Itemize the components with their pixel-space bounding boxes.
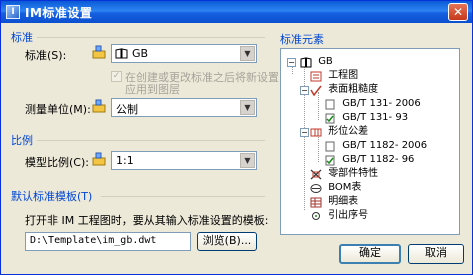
expand-toggle[interactable]: − — [300, 128, 309, 137]
tree-node-label: GB/T 1182- 2006 — [342, 140, 428, 151]
tree-node-geometric-tolerance[interactable]: 形位公差 — [310, 125, 368, 139]
tree-node-drawing[interactable]: 工程图 — [310, 69, 358, 83]
roughness-icon — [310, 85, 322, 96]
unit-select-value: 公制 — [116, 103, 138, 116]
pin-icon[interactable] — [92, 45, 106, 59]
tree-node-label: 工程图 — [328, 70, 359, 81]
tree-node-label: 引出序号 — [328, 210, 369, 221]
app-icon: I — [6, 5, 20, 19]
tree-node-gbt1182-2006[interactable]: GB/T 1182- 2006 — [324, 139, 427, 153]
standard-book-icon — [115, 48, 128, 59]
bom-icon — [310, 183, 322, 193]
document-check-icon — [325, 113, 335, 123]
tree-node-balloon[interactable]: 引出序号 — [310, 209, 368, 223]
chevron-down-icon[interactable]: ▼ — [240, 46, 255, 61]
tree-node-root[interactable]: GB — [300, 55, 333, 69]
chevron-down-icon[interactable]: ▼ — [240, 153, 255, 168]
expand-toggle[interactable]: − — [300, 86, 309, 95]
title-bar[interactable]: I IM标准设置 ✕ — [1, 1, 472, 23]
document-icon — [325, 141, 335, 151]
unit-select[interactable]: 公制 ▼ — [111, 98, 257, 117]
window-title: IM标准设置 — [25, 6, 93, 20]
close-button[interactable]: ✕ — [448, 3, 468, 21]
tree-node-gbt131-2006[interactable]: GB/T 131- 2006 — [324, 97, 421, 111]
standard-select-value: GB — [132, 47, 149, 60]
apply-to-layers-checkbox[interactable]: ✓ — [111, 71, 122, 82]
cancel-button[interactable]: 取消 — [408, 244, 464, 264]
model-scale-select-value: 1:1 — [116, 154, 134, 167]
standard-label: 标准(S): — [25, 49, 67, 62]
tree-title: 标准元素 — [280, 33, 324, 46]
tree-node-label: GB — [318, 56, 333, 67]
scale-group-divider — [37, 140, 265, 141]
standard-select[interactable]: GB ▼ — [111, 44, 257, 63]
expand-toggle[interactable]: − — [287, 58, 296, 67]
balloon-icon — [312, 211, 320, 220]
template-group-divider — [101, 196, 265, 197]
standards-dialog: I IM标准设置 ✕ 标准 标准(S): GB ▼ ✓ 在创建或更改标准之后将新… — [0, 0, 473, 275]
tree-node-label: 零部件特性 — [328, 168, 379, 179]
tolerance-icon — [310, 128, 322, 136]
tree-node-label: 形位公差 — [328, 126, 369, 137]
scale-group-title: 比例 — [11, 134, 33, 147]
document-check-icon — [325, 155, 335, 165]
apply-to-layers-label-line2: 应用到图层 — [125, 83, 180, 96]
tree-node-label: 表面粗糙度 — [328, 84, 379, 95]
pin-icon[interactable] — [92, 99, 106, 113]
unit-label: 测量单位(M): — [25, 103, 91, 116]
drawing-icon — [310, 71, 322, 81]
book-icon — [300, 56, 312, 67]
tree-node-label: GB/T 131- 93 — [342, 112, 409, 123]
model-scale-label: 模型比例(C): — [25, 156, 89, 169]
browse-button[interactable]: 浏览(B)... — [197, 232, 257, 251]
parts-list-icon — [310, 197, 322, 207]
template-path-field[interactable]: D:\Template\im_gb.dwt — [25, 232, 191, 251]
standard-group-divider — [37, 37, 265, 38]
standard-elements-tree[interactable]: − GB 工程图 − 表面粗糙度 GB/T 131- 2006 GB/T 131… — [280, 48, 460, 235]
ok-button[interactable]: 确定 — [339, 244, 401, 264]
tree-node-part-properties[interactable]: 零部件特性 — [310, 167, 378, 181]
template-description: 打开非 IM 工程图时，要从其输入标准设置的模板: — [25, 214, 269, 227]
standard-group-title: 标准 — [11, 31, 33, 44]
document-icon — [325, 99, 335, 109]
tree-node-gbt131-93[interactable]: GB/T 131- 93 — [324, 111, 408, 125]
tree-node-parts-list[interactable]: 明细表 — [310, 195, 358, 209]
template-path-value: D:\Template\im_gb.dwt — [30, 235, 157, 246]
tree-node-bom[interactable]: BOM表 — [310, 181, 361, 195]
tree-node-label: GB/T 131- 2006 — [342, 98, 421, 109]
tree-node-label: BOM表 — [328, 182, 362, 193]
model-scale-select[interactable]: 1:1 ▼ — [111, 151, 257, 170]
tree-node-label: GB/T 1182- 96 — [342, 154, 415, 165]
tree-node-label: 明细表 — [328, 196, 359, 207]
pin-icon[interactable] — [92, 152, 106, 166]
part-properties-icon — [310, 169, 322, 179]
tree-node-surface-roughness[interactable]: 表面粗糙度 — [310, 83, 378, 97]
template-group-title: 默认标准模板(T) — [11, 190, 93, 203]
chevron-down-icon[interactable]: ▼ — [240, 100, 255, 115]
tree-node-gbt1182-96[interactable]: GB/T 1182- 96 — [324, 153, 414, 167]
